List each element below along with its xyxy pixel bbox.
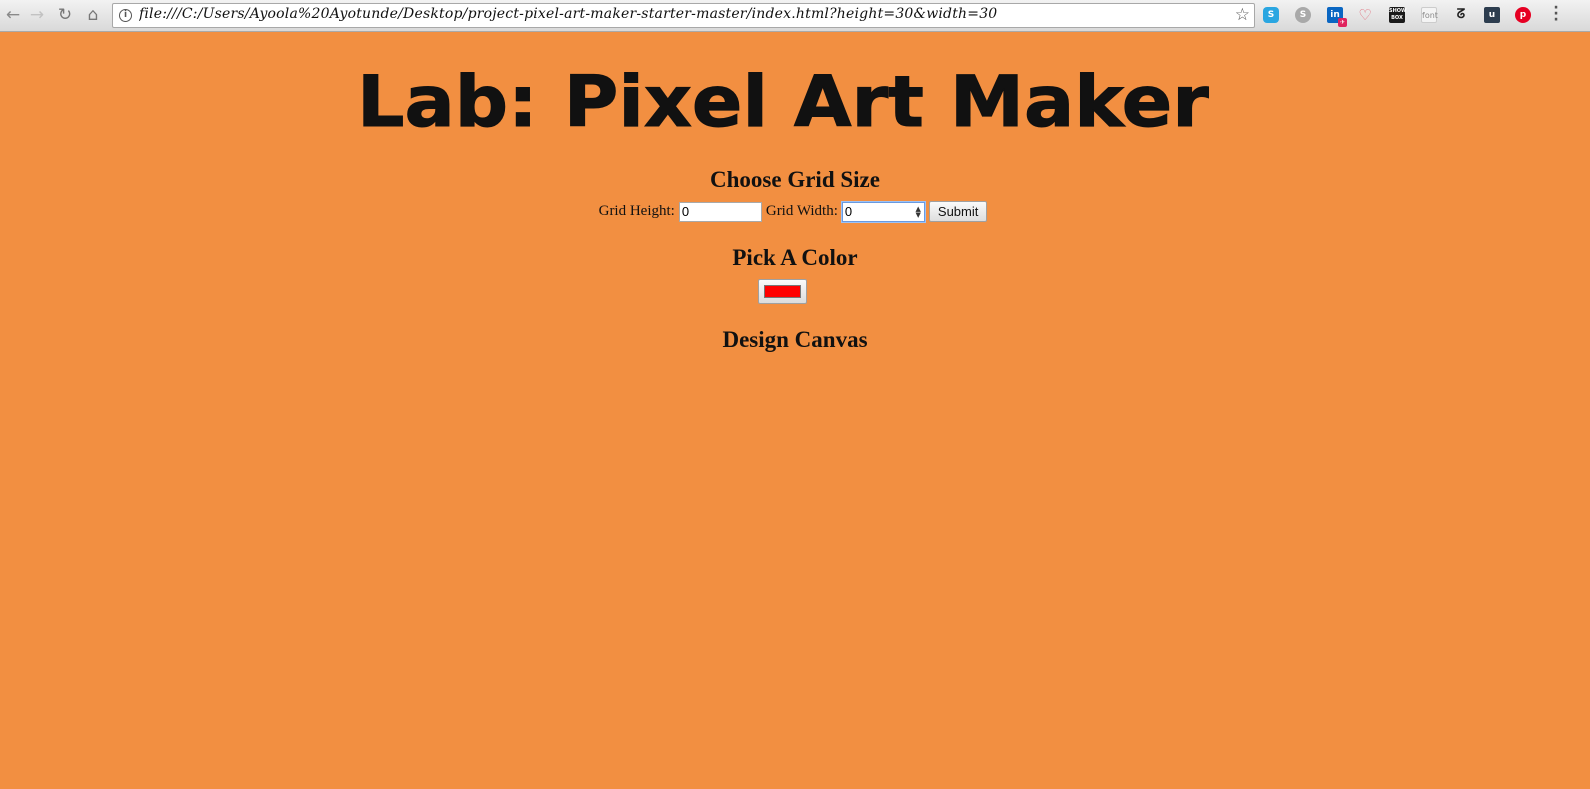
forward-arrow-icon[interactable]: →	[26, 4, 48, 26]
browser-toolbar: ← → ↻ ⌂ i file:///C:/Users/Ayoola%20Ayot…	[0, 0, 1590, 32]
submit-button[interactable]: Submit	[928, 201, 988, 222]
color-picker-button[interactable]	[758, 279, 807, 304]
skype-extension-icon[interactable]: S	[1263, 7, 1279, 23]
pick-color-heading: Pick A Color	[732, 245, 858, 270]
font-extension-icon[interactable]: font	[1421, 7, 1438, 23]
address-bar[interactable]: i file:///C:/Users/Ayoola%20Ayotunde/Des…	[112, 3, 1255, 28]
skype-gray-extension-icon[interactable]: S	[1295, 7, 1311, 23]
home-icon[interactable]: ⌂	[82, 4, 104, 26]
banner-title-text: Lab: Pixel Art Maker	[357, 67, 1209, 131]
pinterest-extension-icon[interactable]: p	[1515, 7, 1531, 23]
showbox-extension-icon[interactable]: SHOW BOX	[1389, 7, 1407, 23]
grid-width-input[interactable]: 0 ▲ ▼	[840, 200, 926, 223]
grid-size-heading: Choose Grid Size	[710, 167, 880, 192]
grid-width-value: 0	[844, 203, 853, 219]
info-icon[interactable]: i	[119, 9, 132, 22]
grid-height-input[interactable]: 0	[678, 201, 762, 222]
back-arrow-icon[interactable]: ←	[2, 4, 24, 26]
pocket-extension-icon[interactable]: u	[1484, 7, 1500, 23]
reload-icon[interactable]: ↻	[54, 4, 76, 26]
grid-size-form: Grid Height: 0 Grid Width: 0 ▲ ▼ Submit	[0, 200, 1590, 223]
spinner-arrows-icon[interactable]: ▲ ▼	[916, 205, 921, 218]
linkedin-extension-icon[interactable]: in ✈	[1327, 7, 1347, 27]
design-canvas-heading: Design Canvas	[722, 327, 868, 352]
heart-extension-icon[interactable]: ♡	[1357, 7, 1373, 23]
page-content: Lab: Pixel Art Maker Choose Grid Size Gr…	[0, 33, 1590, 789]
grid-width-label: Grid Width:	[765, 203, 838, 219]
color-swatch	[764, 285, 801, 298]
banner-title: Lab: Pixel Art Maker	[357, 67, 1209, 131]
notification-badge-icon: ✈	[1338, 18, 1347, 27]
browser-menu-icon[interactable]: · · ·	[1550, 1, 1562, 27]
pixel-canvas[interactable]	[795, 373, 796, 374]
feedly-extension-icon[interactable]: ᘔ	[1453, 7, 1469, 23]
grid-height-label: Grid Height:	[598, 203, 675, 219]
bookmark-star-icon[interactable]: ☆	[1235, 5, 1250, 25]
url-text[interactable]: file:///C:/Users/Ayoola%20Ayotunde/Deskt…	[139, 6, 1228, 22]
